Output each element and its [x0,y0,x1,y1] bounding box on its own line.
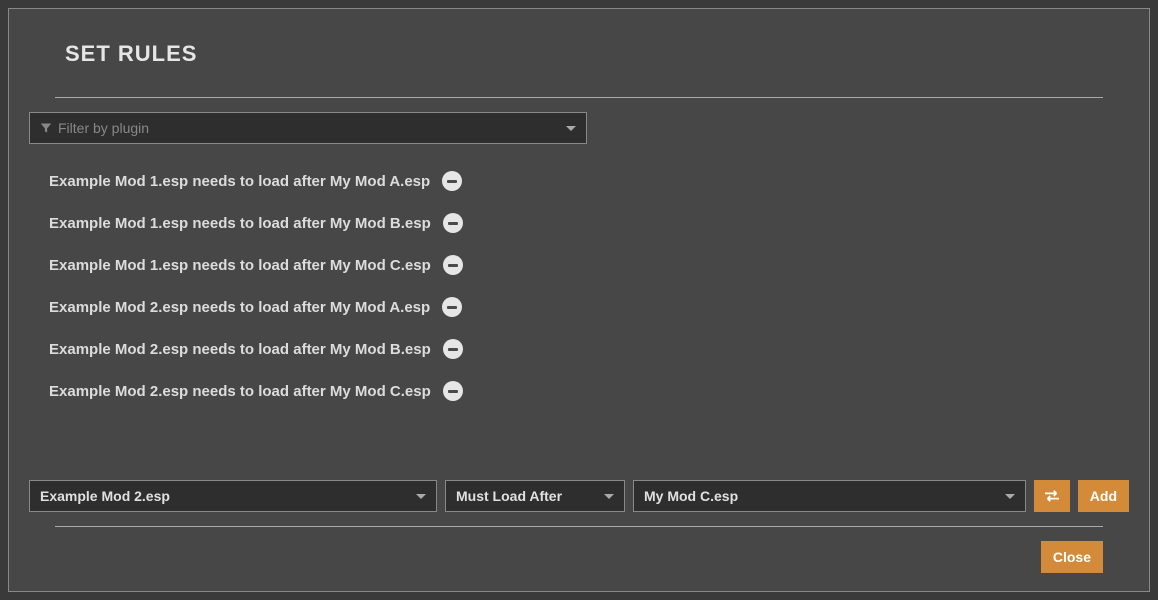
chevron-down-icon [604,494,614,499]
minus-icon [448,390,458,393]
rule-item: Example Mod 2.esp needs to load after My… [29,328,1129,370]
plugin1-value: Example Mod 2.esp [40,488,170,504]
minus-icon [447,180,457,183]
filter-plugin-select[interactable]: Filter by plugin [29,112,587,144]
remove-rule-button[interactable] [443,339,463,359]
plugin2-select[interactable]: My Mod C.esp [633,480,1026,512]
remove-rule-button[interactable] [443,213,463,233]
remove-rule-button[interactable] [442,171,462,191]
rules-list: Example Mod 1.esp needs to load after My… [9,144,1149,470]
rule-text: Example Mod 1.esp needs to load after My… [49,215,431,232]
dialog-header: SET RULES [9,9,1149,79]
minus-icon [448,264,458,267]
dialog-footer: Close [9,527,1149,591]
rule-item: Example Mod 1.esp needs to load after My… [29,160,1129,202]
chevron-down-icon [566,126,576,131]
rule-item: Example Mod 2.esp needs to load after My… [29,286,1129,328]
swap-button[interactable] [1034,480,1070,512]
minus-icon [448,348,458,351]
remove-rule-button[interactable] [442,297,462,317]
close-button-label: Close [1053,549,1091,565]
rule-text: Example Mod 2.esp needs to load after My… [49,383,431,400]
plugin2-value: My Mod C.esp [644,488,738,504]
chevron-down-icon [416,494,426,499]
add-button[interactable]: Add [1078,480,1129,512]
remove-rule-button[interactable] [443,381,463,401]
rule-text: Example Mod 2.esp needs to load after My… [49,299,430,316]
rule-type-value: Must Load After [456,488,562,504]
swap-icon [1043,489,1061,503]
filter-row: Filter by plugin [9,98,1149,144]
rule-item: Example Mod 2.esp needs to load after My… [29,370,1129,412]
minus-icon [447,306,457,309]
rule-text: Example Mod 1.esp needs to load after My… [49,173,430,190]
rule-item: Example Mod 1.esp needs to load after My… [29,244,1129,286]
filter-icon [40,122,52,134]
add-button-label: Add [1090,488,1117,504]
add-rule-row: Example Mod 2.esp Must Load After My Mod… [9,470,1149,520]
remove-rule-button[interactable] [443,255,463,275]
filter-placeholder: Filter by plugin [58,120,149,136]
rule-type-select[interactable]: Must Load After [445,480,625,512]
dialog-title: SET RULES [65,41,1103,67]
rule-item: Example Mod 1.esp needs to load after My… [29,202,1129,244]
rule-text: Example Mod 1.esp needs to load after My… [49,257,431,274]
chevron-down-icon [1005,494,1015,499]
close-button[interactable]: Close [1041,541,1103,573]
rule-text: Example Mod 2.esp needs to load after My… [49,341,431,358]
set-rules-dialog: SET RULES Filter by plugin Example Mod 1… [8,8,1150,592]
minus-icon [448,222,458,225]
plugin1-select[interactable]: Example Mod 2.esp [29,480,437,512]
